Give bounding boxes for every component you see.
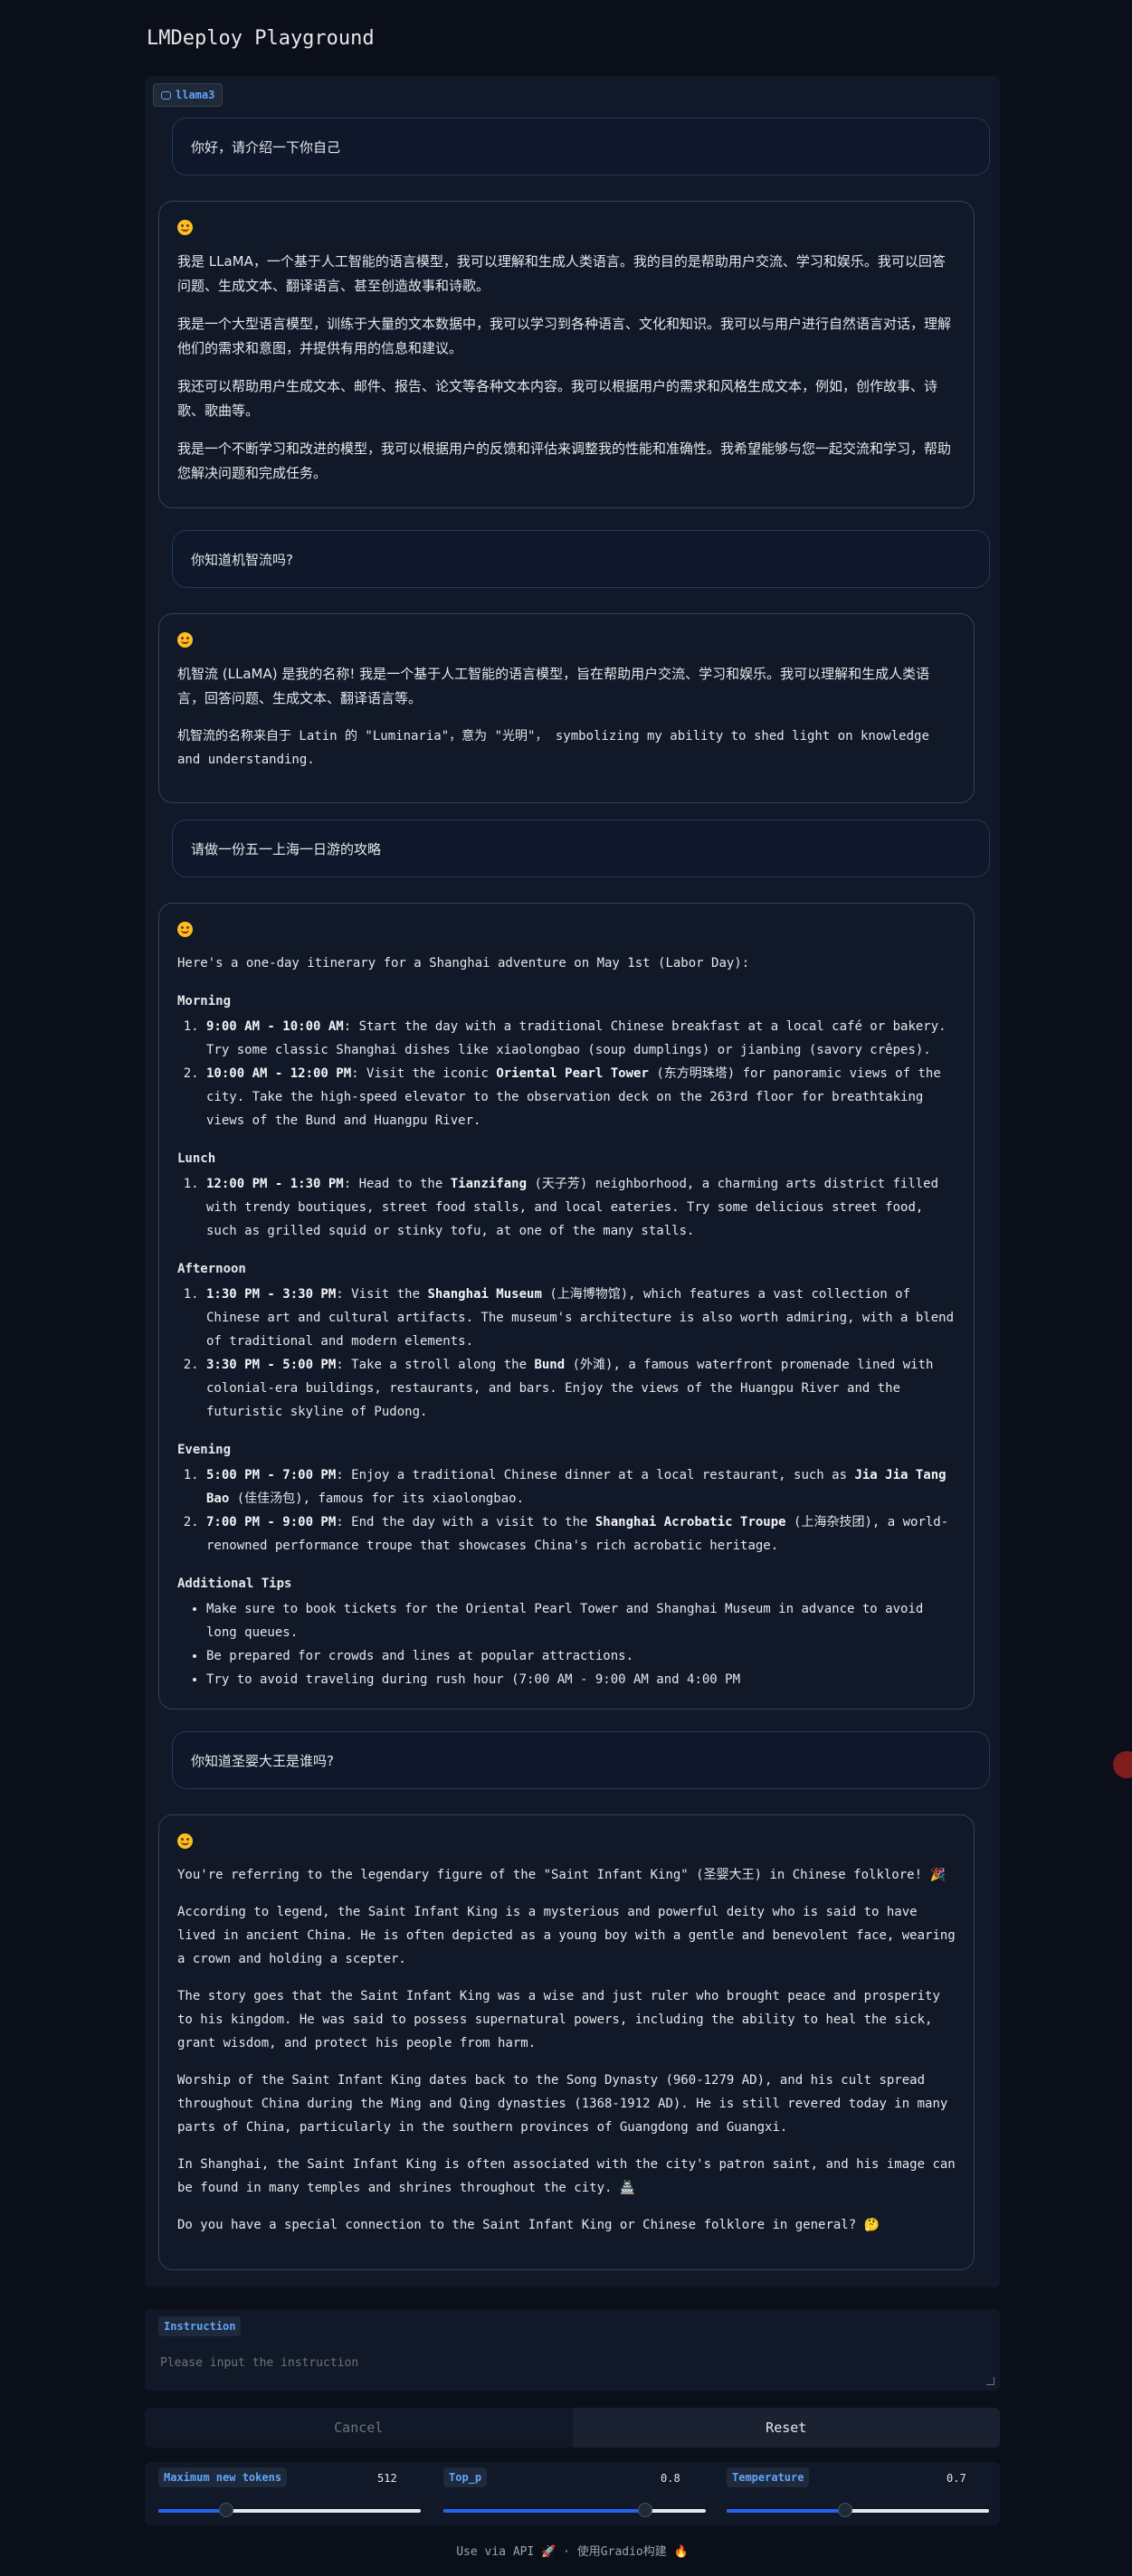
instruction-input[interactable] bbox=[158, 2345, 994, 2380]
slider-thumb[interactable] bbox=[219, 2503, 234, 2517]
section-heading: Morning bbox=[177, 994, 232, 1009]
max-new-tokens-value[interactable]: 512 bbox=[377, 2472, 397, 2485]
temperature-slider: Temperature 0.7 bbox=[727, 2462, 998, 2525]
bot-avatar-icon bbox=[177, 632, 193, 648]
slider-fill bbox=[158, 2509, 227, 2513]
user-message: 你好，请介绍一下你自己 bbox=[172, 118, 990, 175]
slider-track[interactable] bbox=[727, 2503, 989, 2517]
list-item: 12:00 PM - 1:30 PM: Head to the Tianzifa… bbox=[206, 1172, 956, 1243]
assistant-message: Here's a one-day itinerary for a Shangha… bbox=[158, 903, 975, 1709]
footer-separator: · bbox=[563, 2545, 570, 2559]
section-heading: Evening bbox=[177, 1443, 232, 1457]
assistant-message: 我是 LLaMA，一个基于人工智能的语言模型，我可以理解和生成人类语言。我的目的… bbox=[158, 201, 975, 508]
slider-fill bbox=[443, 2509, 646, 2513]
assistant-message: You're referring to the legendary figure… bbox=[158, 1814, 975, 2270]
user-message: 你知道机智流吗? bbox=[172, 530, 990, 588]
floating-action-icon[interactable] bbox=[1113, 1751, 1132, 1778]
user-message: 你知道圣婴大王是谁吗? bbox=[172, 1731, 990, 1789]
api-link[interactable]: Use via API 🚀 bbox=[456, 2545, 556, 2559]
section-heading: Additional Tips bbox=[177, 1577, 292, 1591]
bot-avatar-icon bbox=[177, 220, 193, 235]
model-badge: llama3 bbox=[153, 83, 224, 107]
max-new-tokens-label: Maximum new tokens bbox=[158, 2467, 288, 2487]
chat-icon bbox=[161, 90, 171, 99]
itinerary-list: 12:00 PM - 1:30 PM: Head to the Tianzifa… bbox=[177, 1172, 956, 1243]
top-p-value[interactable]: 0.8 bbox=[661, 2472, 680, 2485]
list-item: 5:00 PM - 7:00 PM: Enjoy a traditional C… bbox=[206, 1463, 956, 1511]
top-p-slider: Top_p 0.8 bbox=[443, 2462, 715, 2525]
list-item: 9:00 AM - 10:00 AM: Start the day with a… bbox=[206, 1015, 956, 1062]
temperature-value[interactable]: 0.7 bbox=[947, 2472, 966, 2485]
list-item: 3:30 PM - 5:00 PM: Take a stroll along t… bbox=[206, 1353, 956, 1424]
list-item: Make sure to book tickets for the Orient… bbox=[206, 1597, 956, 1644]
itinerary-list: 1:30 PM - 3:30 PM: Visit the Shanghai Mu… bbox=[177, 1283, 956, 1424]
footer: Use via API 🚀 · 使用Gradio构建 🔥 bbox=[145, 2542, 1000, 2559]
slider-thumb[interactable] bbox=[638, 2503, 653, 2517]
section-heading: Afternoon bbox=[177, 1262, 246, 1276]
cancel-button[interactable]: Cancel bbox=[145, 2408, 573, 2448]
list-item: 10:00 AM - 12:00 PM: Visit the iconic Or… bbox=[206, 1062, 956, 1132]
itinerary-list: 5:00 PM - 7:00 PM: Enjoy a traditional C… bbox=[177, 1463, 956, 1558]
section-heading: Lunch bbox=[177, 1151, 216, 1166]
assistant-message: 机智流 (LLaMA) 是我的名称! 我是一个基于人工智能的语言模型，旨在帮助用… bbox=[158, 613, 975, 803]
bot-avatar-icon bbox=[177, 922, 193, 937]
max-new-tokens-slider: Maximum new tokens 512 bbox=[158, 2462, 430, 2525]
gradio-link[interactable]: 使用Gradio构建 🔥 bbox=[577, 2545, 689, 2559]
bot-avatar-icon bbox=[177, 1833, 193, 1849]
parameter-sliders: Maximum new tokens 512 Top_p 0.8 Tempera… bbox=[145, 2462, 1000, 2525]
instruction-block: Instruction bbox=[145, 2309, 1000, 2391]
instruction-label: Instruction bbox=[158, 2316, 242, 2336]
list-item: 7:00 PM - 9:00 PM: End the day with a vi… bbox=[206, 1511, 956, 1558]
temperature-label: Temperature bbox=[727, 2467, 810, 2487]
list-item: Be prepared for crowds and lines at popu… bbox=[206, 1644, 956, 1668]
itinerary-list: 9:00 AM - 10:00 AM: Start the day with a… bbox=[177, 1015, 956, 1132]
top-p-label: Top_p bbox=[443, 2467, 488, 2487]
user-message: 请做一份五一上海一日游的攻略 bbox=[172, 819, 990, 877]
reset-button[interactable]: Reset bbox=[572, 2408, 1000, 2448]
tips-list: Make sure to book tickets for the Orient… bbox=[177, 1597, 956, 1691]
slider-track[interactable] bbox=[443, 2503, 706, 2517]
app-title: LMDeploy Playground bbox=[147, 27, 375, 50]
resize-handle[interactable] bbox=[986, 2377, 994, 2385]
slider-fill bbox=[727, 2509, 845, 2513]
slider-thumb[interactable] bbox=[837, 2503, 852, 2517]
model-name: llama3 bbox=[176, 89, 215, 101]
chatbot-panel[interactable]: llama3 你好，请介绍一下你自己 我是 LLaMA，一个基于人工智能的语言模… bbox=[145, 76, 1000, 2287]
list-item: Try to avoid traveling during rush hour … bbox=[206, 1668, 956, 1691]
slider-track[interactable] bbox=[158, 2503, 421, 2517]
list-item: 1:30 PM - 3:30 PM: Visit the Shanghai Mu… bbox=[206, 1283, 956, 1353]
action-buttons: Cancel Reset bbox=[145, 2408, 1000, 2448]
